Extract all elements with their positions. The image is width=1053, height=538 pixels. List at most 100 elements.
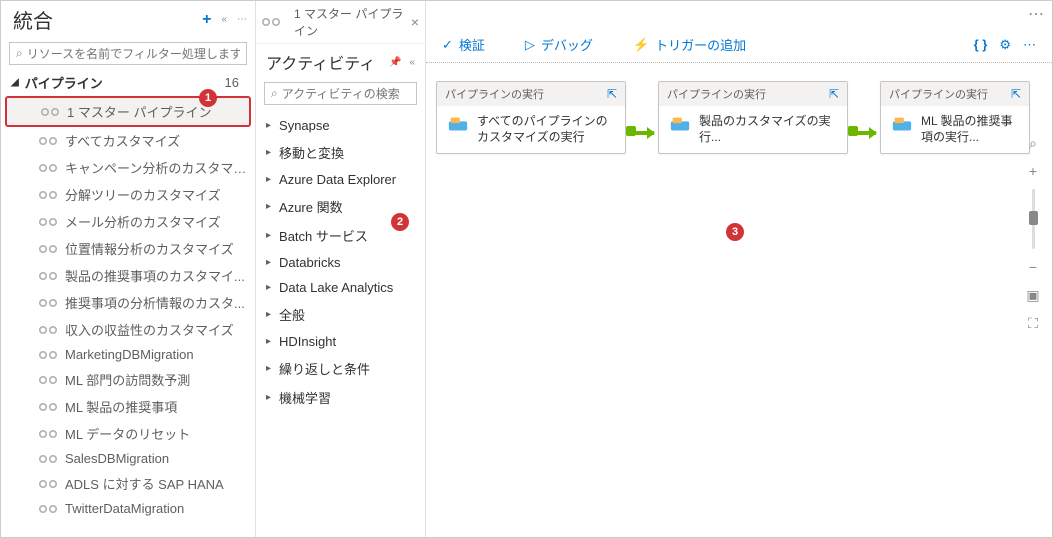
- sidebar-item-pipeline[interactable]: ADLS に対する SAP HANA: [1, 470, 255, 497]
- caret-right-icon: ▸: [266, 230, 271, 241]
- node-2-label: 製品のカスタマイズの実行...: [699, 114, 837, 145]
- settings-icon[interactable]: ⚙: [999, 37, 1011, 53]
- node-1-label: すべてのパイプラインのカスタマイズの実行: [477, 114, 615, 145]
- sidebar-item-pipeline[interactable]: メール分析のカスタマイズ: [1, 208, 255, 235]
- pipeline-canvas[interactable]: パイプラインの実行 ⇱ すべてのパイプラインのカスタマイズの実行 パイプラインの…: [426, 63, 1052, 537]
- pipeline-node-3[interactable]: パイプラインの実行 ⇱ ML 製品の推奨事項の実行...: [880, 81, 1030, 154]
- pipeline-node-1[interactable]: パイプラインの実行 ⇱ すべてのパイプラインのカスタマイズの実行: [436, 81, 626, 154]
- debug-button[interactable]: ▷ デバッグ: [525, 35, 593, 54]
- sidebar-item-pipeline[interactable]: 製品の推奨事項のカスタマイ...: [1, 262, 255, 289]
- search-icon: ⌕: [16, 46, 23, 61]
- sidebar-item-pipeline[interactable]: SalesDBMigration: [1, 447, 255, 470]
- sidebar-item-pipeline[interactable]: MarketingDBMigration: [1, 343, 255, 366]
- more-icon[interactable]: ⋯: [237, 14, 247, 25]
- add-resource-icon[interactable]: +: [202, 11, 211, 29]
- activities-search-input[interactable]: [282, 87, 437, 101]
- sidebar-item-pipeline[interactable]: すべてカスタマイズ: [1, 127, 255, 154]
- sidebar-item-label: ML データのリセット: [65, 424, 190, 443]
- zoom-thumb[interactable]: [1029, 211, 1038, 225]
- check-icon: ✓: [442, 37, 453, 53]
- pipeline-icon: [39, 324, 57, 336]
- activity-label: Synapse: [279, 118, 330, 133]
- activity-category[interactable]: ▸全般: [256, 300, 425, 329]
- close-icon[interactable]: ×: [411, 14, 419, 30]
- activities-search[interactable]: ⌕: [264, 82, 417, 105]
- activity-category[interactable]: ▸ 移動と変換: [256, 138, 425, 167]
- activity-category[interactable]: ▸Synapse: [256, 113, 425, 138]
- validate-button[interactable]: ✓ 検証: [442, 35, 485, 54]
- more-menu-icon[interactable]: ⋯: [1028, 4, 1044, 24]
- zoom-out-icon[interactable]: −: [1023, 257, 1043, 277]
- node-type-label: パイプラインの実行: [889, 86, 988, 102]
- pipeline-icon: [39, 428, 57, 440]
- caret-right-icon: ▸: [266, 147, 271, 158]
- tab-row: 1 マスター パイプライン ×: [256, 1, 425, 44]
- fullscreen-icon[interactable]: ⛶: [1023, 313, 1043, 333]
- expand-icon[interactable]: ⇱: [607, 87, 617, 101]
- sidebar-search[interactable]: ⌕: [9, 42, 247, 65]
- sidebar-item-pipeline[interactable]: ML データのリセット: [1, 420, 255, 447]
- caret-down-icon: ◢: [11, 77, 19, 88]
- pipelines-section-header[interactable]: ◢ パイプライン 16: [1, 69, 255, 96]
- execute-pipeline-icon: [447, 114, 469, 136]
- expand-icon[interactable]: ⇱: [829, 87, 839, 101]
- pipeline-node-2[interactable]: パイプラインの実行 ⇱ 製品のカスタマイズの実行...: [658, 81, 848, 154]
- activity-category[interactable]: ▸機械学習: [256, 383, 425, 412]
- sidebar-item-pipeline[interactable]: 位置情報分析のカスタマイズ: [1, 235, 255, 262]
- sidebar-item-pipeline[interactable]: ML 部門の訪問数予測: [1, 366, 255, 393]
- activity-category[interactable]: ▸Data Lake Analytics: [256, 275, 425, 300]
- sidebar-item-label: TwitterDataMigration: [65, 501, 184, 516]
- pipeline-icon: [39, 162, 57, 174]
- activities-title: アクティビティ: [266, 50, 389, 74]
- sidebar-item-label: 1 マスター パイプライン: [67, 102, 211, 121]
- activity-category[interactable]: ▸Azure Data Explorer: [256, 167, 425, 192]
- pin-icon[interactable]: 📌: [389, 57, 401, 68]
- sidebar-item-label: 製品の推奨事項のカスタマイ...: [65, 266, 245, 285]
- activity-label: 繰り返しと条件: [279, 359, 370, 378]
- pipeline-icon: [39, 374, 57, 386]
- caret-right-icon: ▸: [266, 336, 271, 347]
- node-type-label: パイプラインの実行: [445, 86, 544, 102]
- caret-right-icon: ▸: [266, 201, 271, 212]
- zoom-reset-icon[interactable]: ⌕: [1023, 133, 1043, 153]
- zoom-slider[interactable]: [1032, 189, 1035, 249]
- activity-category[interactable]: ▸Databricks: [256, 250, 425, 275]
- pipeline-icon: [39, 453, 57, 465]
- pipeline-icon: [41, 106, 59, 118]
- connector-1: [634, 131, 654, 135]
- sidebar-item-pipeline[interactable]: 分解ツリーのカスタマイズ: [1, 181, 255, 208]
- overflow-icon[interactable]: ⋯: [1023, 37, 1036, 53]
- sidebar-item-pipeline[interactable]: TwitterDataMigration: [1, 497, 255, 520]
- tab-active[interactable]: 1 マスター パイプライン: [262, 5, 411, 39]
- zoom-in-icon[interactable]: +: [1023, 161, 1043, 181]
- activity-category[interactable]: ▸HDInsight: [256, 329, 425, 354]
- zoom-controls: ⌕ + − ▣ ⛶: [1020, 133, 1046, 333]
- sidebar-item-label: 位置情報分析のカスタマイズ: [65, 239, 234, 258]
- sidebar-item-pipeline[interactable]: 推奨事項の分析情報のカスタ...: [1, 289, 255, 316]
- sidebar-item-pipeline[interactable]: 収入の収益性のカスタマイズ: [1, 316, 255, 343]
- sidebar-item-pipeline[interactable]: キャンペーン分析のカスタマイズ: [1, 154, 255, 181]
- callout-badge-1: 1: [199, 89, 217, 107]
- expand-icon[interactable]: ⇱: [1011, 87, 1021, 101]
- activities-panel: 1 マスター パイプライン × アクティビティ 📌 « ⌕ ▸Synapse▸移…: [256, 1, 426, 537]
- pipeline-icon: [39, 297, 57, 309]
- collapse-icon[interactable]: «: [221, 14, 227, 25]
- play-icon: ▷: [525, 37, 535, 53]
- sidebar-item-pipeline[interactable]: ML 製品の推奨事項: [1, 393, 255, 420]
- caret-right-icon: ▸: [266, 282, 271, 293]
- activity-label: 移動と変換: [279, 143, 344, 162]
- execute-pipeline-icon: [669, 114, 691, 136]
- activity-category[interactable]: ▸繰り返しと条件: [256, 354, 425, 383]
- caret-right-icon: ▸: [266, 309, 271, 320]
- trigger-icon: ⚡: [633, 37, 649, 53]
- sidebar-search-input[interactable]: [27, 47, 240, 61]
- section-label: パイプライン: [25, 73, 103, 92]
- fit-screen-icon[interactable]: ▣: [1023, 285, 1043, 305]
- braces-icon[interactable]: { }: [974, 37, 988, 52]
- node-3-label: ML 製品の推奨事項の実行...: [921, 114, 1019, 145]
- add-trigger-button[interactable]: ⚡ トリガーの追加: [633, 35, 746, 54]
- tab-label: 1 マスター パイプライン: [294, 5, 411, 39]
- activity-label: 機械学習: [279, 388, 331, 407]
- left-sidebar: 統合 + « ⋯ ⌕ ◢ パイプライン 16 1 マスター パイプラインすべてカ…: [1, 1, 256, 537]
- collapse-left-icon[interactable]: «: [409, 57, 415, 68]
